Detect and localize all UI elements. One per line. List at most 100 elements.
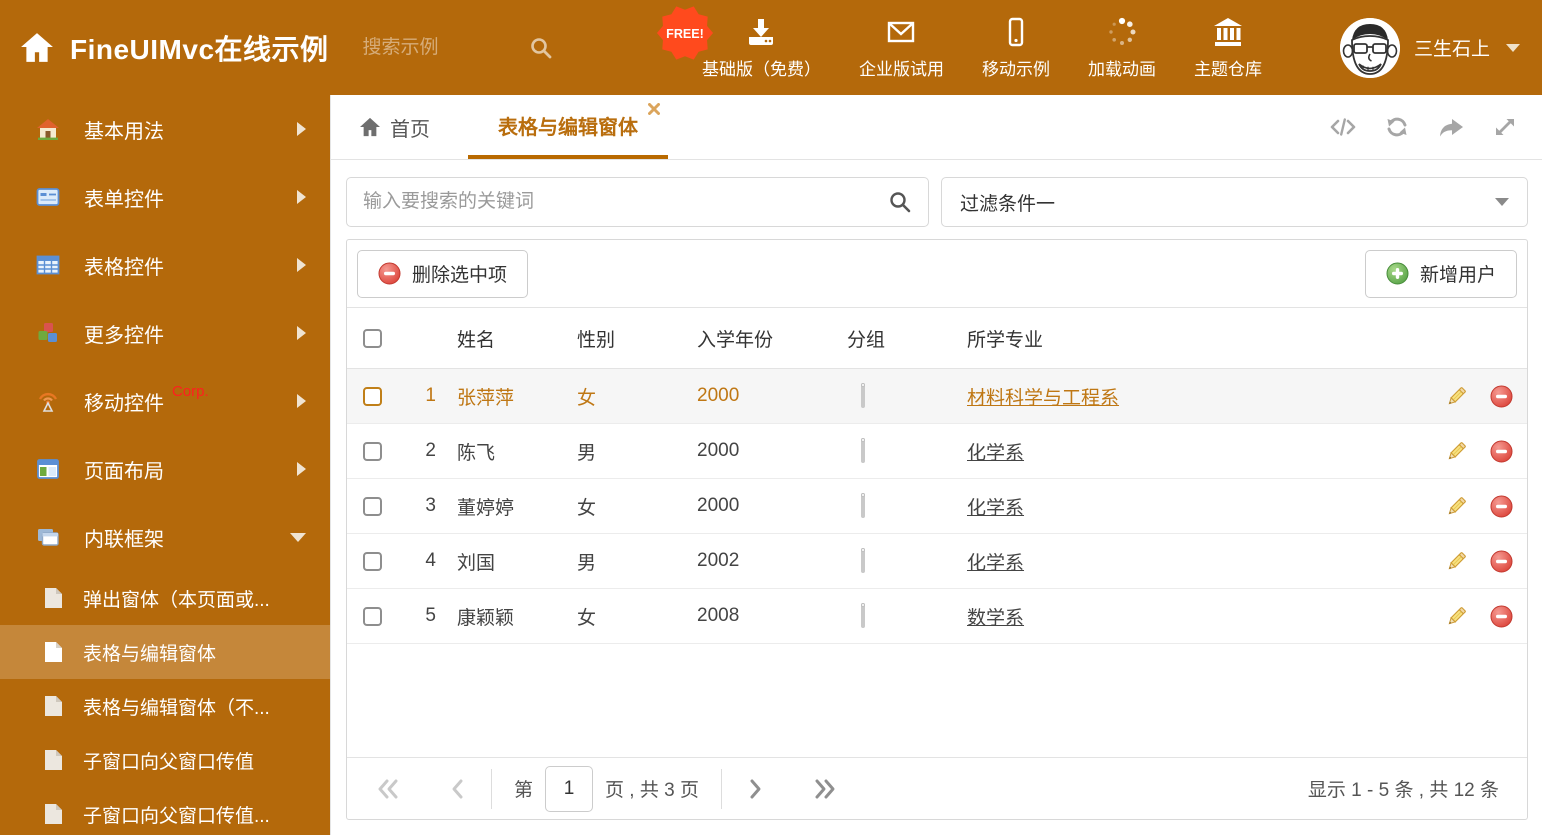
nav-item-basic-edition[interactable]: FREE! 基础版（免费） [656, 5, 821, 80]
row-checkbox[interactable] [363, 551, 382, 571]
sidebar-subitem-grid-edit-window[interactable]: 表格与编辑窗体 [0, 625, 330, 679]
nav-item-loading-animation[interactable]: 加载动画 [1088, 16, 1156, 80]
header-search-input[interactable] [362, 36, 513, 59]
first-page-icon[interactable] [377, 778, 399, 800]
pagination-divider [491, 768, 492, 809]
delete-row-icon[interactable] [1490, 495, 1513, 518]
nav-label: 移动示例 [981, 59, 1050, 79]
search-icon[interactable] [888, 190, 912, 214]
edit-pencil-icon[interactable] [1445, 495, 1468, 518]
table-row[interactable]: 4 刘国 男 2002 化学系 [347, 534, 1527, 589]
cell-name: 张萍萍 [457, 387, 515, 409]
sidebar-item-mobile-controls[interactable]: 移动控件 Corp. [0, 367, 330, 435]
home-icon [360, 117, 380, 137]
sidebar-subitem-label: 表格与编辑窗体 [83, 643, 217, 665]
delete-row-icon[interactable] [1490, 605, 1513, 628]
chevron-down-icon [290, 532, 306, 542]
sidebar-item-more-controls[interactable]: 更多控件 [0, 299, 330, 367]
row-number: 4 [425, 550, 436, 571]
chevron-right-icon [297, 462, 306, 476]
major-link[interactable]: 化学系 [967, 553, 1024, 574]
cell-year: 2000 [697, 495, 740, 516]
sidebar-item-basic-usage[interactable]: 基本用法 [0, 95, 330, 163]
nav-item-enterprise-trial[interactable]: 企业版试用 [859, 16, 944, 80]
sidebar: 基本用法 表单控件 表格控件 更多控件 移动控件 Corp. 页面布局 内联框架… [0, 95, 330, 835]
file-icon [45, 642, 62, 662]
table-row[interactable]: 5 康颖颖 女 2008 数学系 [347, 589, 1527, 644]
major-link[interactable]: 化学系 [967, 498, 1024, 519]
house-icon [37, 119, 59, 140]
prev-page-icon[interactable] [447, 778, 469, 800]
row-number: 3 [425, 495, 436, 516]
nav-item-mobile-demo[interactable]: 移动示例 [982, 16, 1050, 80]
col-name: 姓名 [457, 329, 496, 351]
sidebar-item-inline-frame[interactable]: 内联框架 [0, 503, 330, 571]
edit-pencil-icon[interactable] [1445, 550, 1468, 573]
sidebar-subitem-popup-window[interactable]: 弹出窗体（本页面或... [0, 571, 330, 625]
plus-circle-icon [1386, 262, 1409, 285]
tag-icon [861, 493, 865, 518]
cell-year: 2002 [697, 550, 740, 571]
row-checkbox[interactable] [363, 386, 382, 406]
row-number: 1 [425, 385, 436, 406]
row-checkbox[interactable] [363, 496, 382, 516]
cell-year: 2008 [697, 605, 740, 626]
major-link[interactable]: 材料科学与工程系 [967, 388, 1119, 409]
table-row[interactable]: 1 张萍萍 女 2000 材料科学与工程系 [347, 369, 1527, 424]
tab-grid-edit-window[interactable]: 表格与编辑窗体 [468, 95, 668, 159]
avatar [1339, 17, 1400, 78]
delete-row-icon[interactable] [1490, 550, 1513, 573]
col-major: 所学专业 [967, 329, 1044, 351]
nav-item-theme-repo[interactable]: 主题仓库 [1194, 16, 1262, 80]
select-all-checkbox[interactable] [363, 328, 382, 348]
major-link[interactable]: 数学系 [967, 608, 1024, 629]
nav-label: 主题仓库 [1193, 59, 1262, 79]
edit-pencil-icon[interactable] [1445, 440, 1468, 463]
table-row[interactable]: 2 陈飞 男 2000 化学系 [347, 424, 1527, 479]
tag-icon [861, 603, 865, 628]
delete-row-icon[interactable] [1490, 440, 1513, 463]
page-number-input[interactable] [545, 765, 594, 812]
next-page-icon[interactable] [744, 778, 766, 800]
last-page-icon[interactable] [814, 778, 836, 800]
user-menu[interactable]: 三生石上 [1339, 17, 1520, 78]
mail-icon [888, 21, 915, 42]
home-logo-icon[interactable] [20, 32, 54, 64]
pagination-divider [720, 768, 722, 809]
row-number: 5 [425, 605, 436, 626]
table-row[interactable]: 3 董婷婷 女 2000 化学系 [347, 479, 1527, 534]
close-icon[interactable] [648, 103, 660, 115]
row-checkbox[interactable] [363, 606, 382, 626]
expand-icon[interactable] [1492, 115, 1518, 139]
add-user-label: 新增用户 [1419, 265, 1496, 286]
major-link[interactable]: 化学系 [967, 443, 1024, 464]
delete-selected-button[interactable]: 删除选中项 [357, 249, 529, 298]
tab-home[interactable]: 首页 [359, 95, 430, 159]
sidebar-item-grid-controls[interactable]: 表格控件 [0, 231, 330, 299]
app-title: FineUIMvc在线示例 [70, 33, 329, 65]
cell-name: 康颖颖 [457, 607, 515, 629]
filter-dropdown[interactable]: 过滤条件一 [941, 177, 1528, 227]
sidebar-subitem-label: 弹出窗体（本页面或... [83, 589, 270, 611]
sidebar-subitem-child-to-parent[interactable]: 子窗口向父窗口传值 [0, 733, 330, 787]
corp-badge: Corp. [172, 383, 209, 400]
row-checkbox[interactable] [363, 441, 382, 461]
refresh-icon[interactable] [1384, 115, 1410, 139]
edit-pencil-icon[interactable] [1445, 605, 1468, 628]
sidebar-item-label: 基本用法 [84, 120, 164, 143]
table-icon [36, 255, 60, 275]
delete-row-icon[interactable] [1490, 385, 1513, 408]
sidebar-item-label: 移动控件 [84, 392, 164, 415]
keyword-search-input[interactable] [363, 191, 888, 213]
sidebar-item-label: 表单控件 [84, 188, 164, 211]
add-user-button[interactable]: 新增用户 [1364, 249, 1517, 298]
sidebar-item-page-layout[interactable]: 页面布局 [0, 435, 330, 503]
sidebar-subitem-grid-edit-window-2[interactable]: 表格与编辑窗体（不... [0, 679, 330, 733]
search-icon[interactable] [529, 36, 553, 60]
delete-selected-label: 删除选中项 [412, 265, 508, 286]
share-icon[interactable] [1438, 115, 1464, 139]
source-code-icon[interactable] [1330, 115, 1356, 139]
sidebar-item-form-controls[interactable]: 表单控件 [0, 163, 330, 231]
edit-pencil-icon[interactable] [1445, 385, 1468, 408]
sidebar-subitem-child-to-parent-2[interactable]: 子窗口向父窗口传值... [0, 787, 330, 835]
